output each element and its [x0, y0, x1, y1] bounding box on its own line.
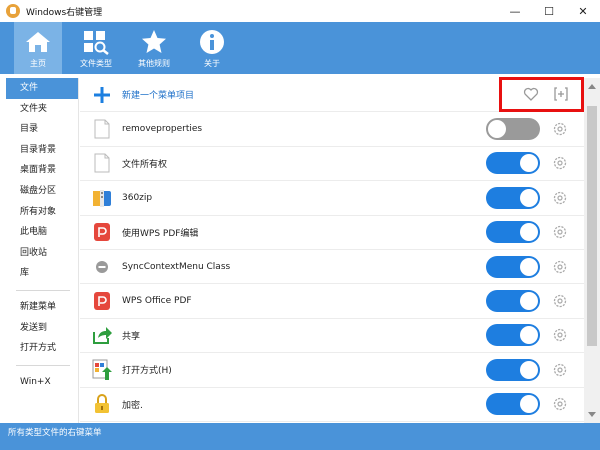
file-types-icon	[82, 28, 110, 56]
sidebar-item-folder[interactable]: 文件夹	[0, 99, 78, 120]
list-item[interactable]: 文件所有权	[80, 147, 584, 182]
tab-about-label: 关于	[204, 59, 220, 68]
gear-icon[interactable]	[552, 293, 568, 309]
close-button[interactable]: ✕	[566, 0, 600, 22]
list-item-label: 打开方式(H)	[122, 366, 172, 377]
maximize-button[interactable]: ☐	[532, 0, 566, 22]
heart-icon[interactable]	[523, 86, 539, 102]
scroll-up-icon[interactable]	[588, 84, 596, 89]
enable-toggle[interactable]	[486, 221, 540, 244]
gear-icon[interactable]	[552, 190, 568, 206]
list-item[interactable]: WPS Office PDF	[80, 284, 584, 319]
status-bar: 所有类型文件的右键菜单	[0, 423, 600, 450]
star-icon	[140, 28, 168, 56]
open-with-icon	[92, 359, 112, 381]
menu-item-list: 新建一个菜单项目 removeproperties 文件所有权 360zip 使…	[80, 78, 584, 423]
sidebar-item-this-pc[interactable]: 此电脑	[0, 222, 78, 243]
list-item-label: SyncContextMenu Class	[122, 261, 231, 272]
sidebar-item-recycle-bin[interactable]: 回收站	[0, 243, 78, 264]
enable-toggle[interactable]	[486, 255, 540, 278]
tab-about[interactable]: 关于	[188, 22, 236, 74]
title-bar: Windows右键管理 — ☐ ✕	[0, 0, 600, 22]
wps-pdf-icon	[92, 290, 112, 312]
enable-toggle[interactable]	[486, 152, 540, 175]
disabled-circle-icon	[92, 256, 112, 278]
sidebar-item-new-menu[interactable]: 新建菜单	[0, 297, 78, 318]
enable-toggle[interactable]	[486, 186, 540, 209]
blank-file-icon	[92, 152, 112, 174]
sidebar-item-drive[interactable]: 磁盘分区	[0, 181, 78, 202]
sidebar-item-directory-background[interactable]: 目录背景	[0, 140, 78, 161]
list-item[interactable]: 360zip	[80, 181, 584, 216]
list-item-label: 360zip	[122, 192, 153, 203]
gear-icon[interactable]	[552, 155, 568, 171]
highlight-annotation-box	[499, 77, 584, 112]
360zip-icon	[92, 187, 112, 209]
tab-other-rules-label: 其他规则	[138, 59, 170, 68]
new-menu-item-label: 新建一个菜单项目	[122, 91, 195, 102]
sidebar-item-desktop-background[interactable]: 桌面背景	[0, 160, 78, 181]
window-title: Windows右键管理	[26, 7, 103, 18]
sidebar-item-files[interactable]: 文件	[6, 78, 78, 99]
sidebar-item-directory[interactable]: 目录	[0, 119, 78, 140]
plus-icon	[92, 84, 112, 106]
list-item-label: removeproperties	[122, 124, 203, 135]
gear-icon[interactable]	[552, 259, 568, 275]
gear-icon[interactable]	[552, 362, 568, 378]
sidebar-divider	[16, 289, 70, 291]
list-item[interactable]: removeproperties	[80, 112, 584, 147]
enable-toggle[interactable]	[486, 393, 540, 416]
enable-toggle[interactable]	[486, 324, 540, 347]
tab-home-label: 主页	[30, 59, 46, 68]
sidebar-item-send-to[interactable]: 发送到	[0, 318, 78, 339]
enable-toggle[interactable]	[486, 118, 540, 141]
list-item[interactable]: 打开方式(H)	[80, 353, 584, 388]
sidebar-item-win-x[interactable]: Win+X	[0, 372, 78, 393]
tab-file-types[interactable]: 文件类型	[72, 22, 120, 74]
gear-icon[interactable]	[552, 121, 568, 137]
list-item[interactable]: 加密.	[80, 388, 584, 422]
main-toolbar: 主页 文件类型 其他规则 关于	[0, 22, 600, 74]
sidebar-item-library[interactable]: 库	[0, 263, 78, 284]
tab-other-rules[interactable]: 其他规则	[130, 22, 178, 74]
sidebar-divider	[16, 364, 70, 366]
tab-home[interactable]: 主页	[14, 22, 62, 74]
list-item[interactable]: 使用WPS PDF编辑	[80, 216, 584, 250]
list-item-label: 使用WPS PDF编辑	[122, 228, 199, 239]
sidebar-item-all-objects[interactable]: 所有对象	[0, 202, 78, 223]
blank-file-icon	[92, 118, 112, 140]
share-icon	[92, 324, 112, 346]
scroll-down-icon[interactable]	[588, 412, 596, 417]
vertical-scrollbar[interactable]	[584, 78, 600, 423]
minimize-button[interactable]: —	[498, 0, 532, 22]
enable-toggle[interactable]	[486, 358, 540, 381]
gear-icon[interactable]	[552, 224, 568, 240]
home-icon	[24, 28, 52, 56]
scroll-thumb[interactable]	[587, 106, 597, 346]
list-item[interactable]: SyncContextMenu Class	[80, 250, 584, 285]
list-item-label: 文件所有权	[122, 159, 168, 170]
sidebar: 文件 文件夹 目录 目录背景 桌面背景 磁盘分区 所有对象 此电脑 回收站 库 …	[0, 78, 79, 423]
enable-toggle[interactable]	[486, 290, 540, 313]
list-item[interactable]: 共享	[80, 319, 584, 354]
lock-icon	[92, 393, 112, 415]
gear-icon[interactable]	[552, 396, 568, 412]
tab-file-types-label: 文件类型	[80, 59, 112, 68]
list-item-label: WPS Office PDF	[122, 296, 192, 307]
info-icon	[198, 28, 226, 56]
window-controls: — ☐ ✕	[498, 0, 600, 22]
add-shortcut-icon[interactable]	[553, 86, 569, 102]
list-item-label: 加密.	[122, 400, 143, 411]
app-logo-icon	[6, 4, 20, 18]
list-item-label: 共享	[122, 331, 141, 342]
wps-pdf-icon	[92, 221, 112, 243]
gear-icon[interactable]	[552, 327, 568, 343]
sidebar-item-open-with[interactable]: 打开方式	[0, 338, 78, 359]
